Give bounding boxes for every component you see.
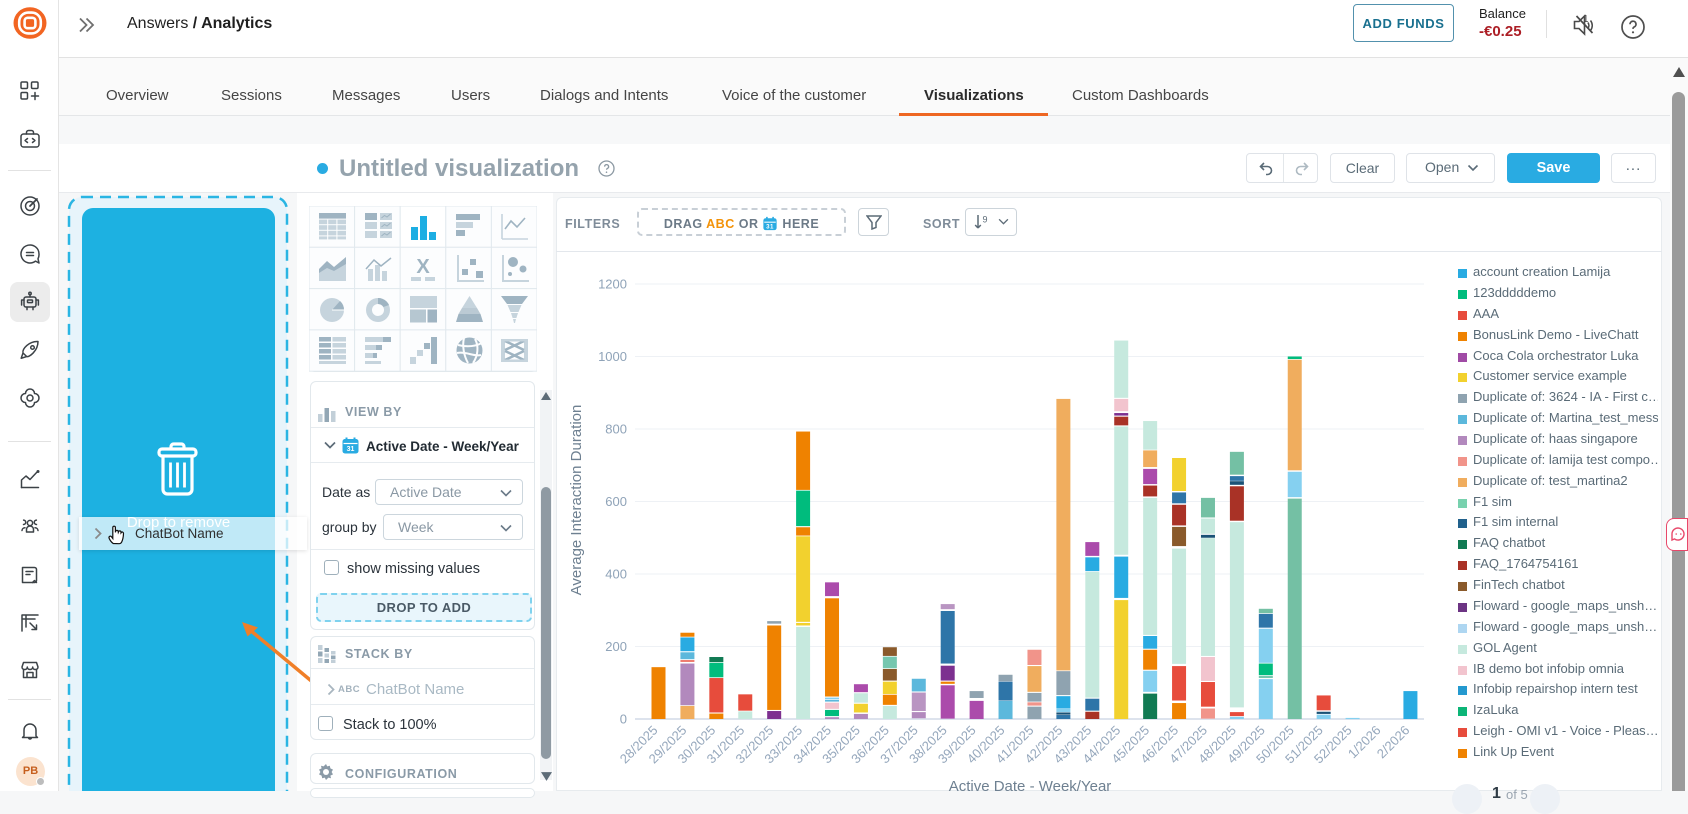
svg-text:2/2026: 2/2026 bbox=[1374, 723, 1413, 762]
svg-text:600: 600 bbox=[605, 494, 627, 509]
svg-text:Average Interaction Duration: Average Interaction Duration bbox=[568, 405, 585, 596]
svg-text:X: X bbox=[416, 256, 430, 278]
svg-text:400: 400 bbox=[605, 567, 627, 582]
svg-text:1000: 1000 bbox=[598, 349, 627, 364]
svg-text:200: 200 bbox=[605, 639, 627, 654]
svg-text:31: 31 bbox=[347, 446, 355, 453]
svg-text:1: 1 bbox=[1583, 14, 1589, 25]
svg-text:Active Date - Week/Year: Active Date - Week/Year bbox=[949, 778, 1112, 791]
svg-text:800: 800 bbox=[605, 422, 627, 437]
svg-text:0: 0 bbox=[620, 712, 627, 727]
svg-text:1200: 1200 bbox=[598, 277, 627, 292]
